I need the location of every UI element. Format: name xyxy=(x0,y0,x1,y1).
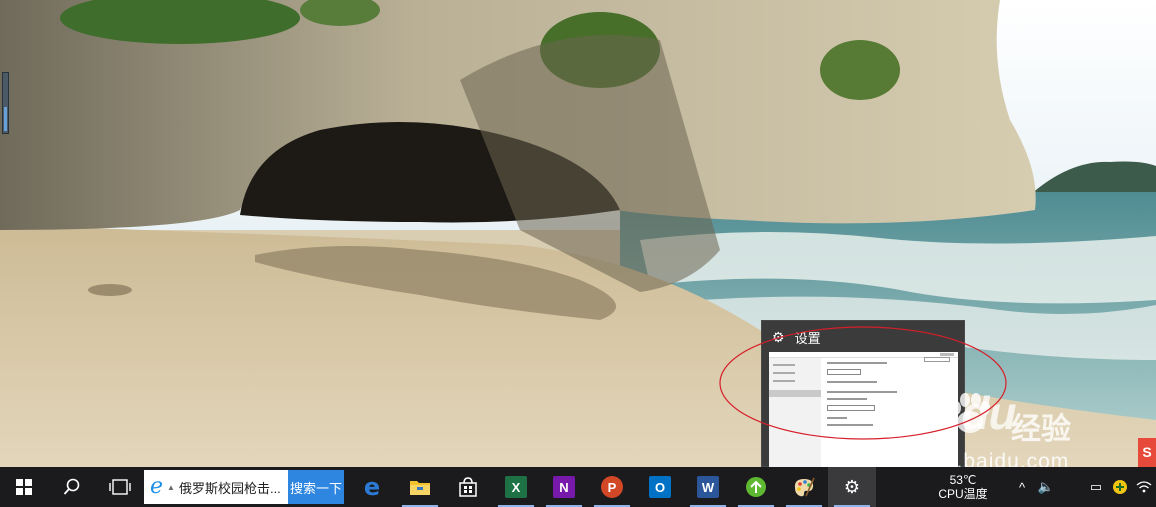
onenote-icon: N xyxy=(553,476,575,498)
cpu-temp-value: 53℃ xyxy=(949,473,977,487)
outlook-icon: O xyxy=(649,476,671,498)
ie-icon: e xyxy=(150,474,164,499)
dropdown-arrow-icon[interactable]: ▲ xyxy=(167,483,175,492)
taskbar-app-paint[interactable] xyxy=(780,467,828,507)
chevron-up-icon[interactable]: ^ xyxy=(1010,480,1034,495)
preview-header: ⚙ 设置 xyxy=(762,321,964,353)
taskbar-app-onenote[interactable]: N xyxy=(540,467,588,507)
word-icon: W xyxy=(697,476,719,498)
task-view-button[interactable] xyxy=(96,467,144,507)
gear-icon: ⚙ xyxy=(772,328,785,345)
taskbar-app-store[interactable] xyxy=(444,467,492,507)
paint-palette-icon xyxy=(794,477,815,497)
baidu-jingyan-watermark: Bai du 经验 jingyan.baidu.com xyxy=(881,386,1096,476)
search-taskbar-button[interactable] xyxy=(48,467,96,507)
browser-address-box[interactable]: e ▲ 俄罗斯校园枪击... xyxy=(144,470,288,504)
taskbar-app-settings[interactable]: ⚙ xyxy=(828,467,876,507)
battery-icon[interactable]: ▭ xyxy=(1084,479,1108,495)
taskbar-app-green[interactable] xyxy=(732,467,780,507)
taskbar-app-powerpoint[interactable]: P xyxy=(588,467,636,507)
wifi-icon[interactable] xyxy=(1136,480,1152,494)
taskbar-app-edge[interactable]: e xyxy=(348,467,396,507)
thumb-sidebar xyxy=(769,358,821,468)
windows-logo-icon xyxy=(16,479,32,495)
system-tray: 53℃ CPU温度 ^ 🔈 ▭ xyxy=(930,467,1156,507)
start-button[interactable] xyxy=(0,467,48,507)
taskbar-app-excel[interactable]: X xyxy=(492,467,540,507)
store-icon xyxy=(459,477,477,497)
folder-icon xyxy=(410,481,430,495)
tray-app-plus-icon[interactable] xyxy=(1112,479,1128,495)
paw-icon xyxy=(951,393,990,433)
taskbar-app-outlook[interactable]: O xyxy=(636,467,684,507)
taskbar-app-word[interactable]: W xyxy=(684,467,732,507)
search-go-button[interactable]: 搜索一下 xyxy=(288,470,344,504)
green-circle-app-icon xyxy=(746,477,766,497)
task-view-icon xyxy=(109,479,131,495)
taskbar-app-file-explorer[interactable] xyxy=(396,467,444,507)
taskbar: e ▲ 俄罗斯校园枪击... 搜索一下 e X N P O W ⚙ 53℃ CP… xyxy=(0,467,1156,507)
excel-icon: X xyxy=(505,476,527,498)
watermark-site-cn: 经验 xyxy=(1011,413,1071,446)
browser-tab-text[interactable]: 俄罗斯校园枪击... xyxy=(179,478,281,497)
side-badge-icon: S xyxy=(1138,438,1156,467)
search-icon xyxy=(63,478,80,495)
gear-icon: ⚙ xyxy=(843,477,861,497)
edge-icon: e xyxy=(363,473,381,501)
preview-title: 设置 xyxy=(794,330,821,346)
cpu-temp-label: CPU温度 xyxy=(938,487,988,501)
volume-icon[interactable]: 🔈 xyxy=(1034,479,1058,495)
cpu-temperature-widget[interactable]: 53℃ CPU温度 xyxy=(930,473,996,501)
powerpoint-icon: P xyxy=(601,476,623,498)
sidebar-gadget-meter[interactable] xyxy=(2,72,9,134)
